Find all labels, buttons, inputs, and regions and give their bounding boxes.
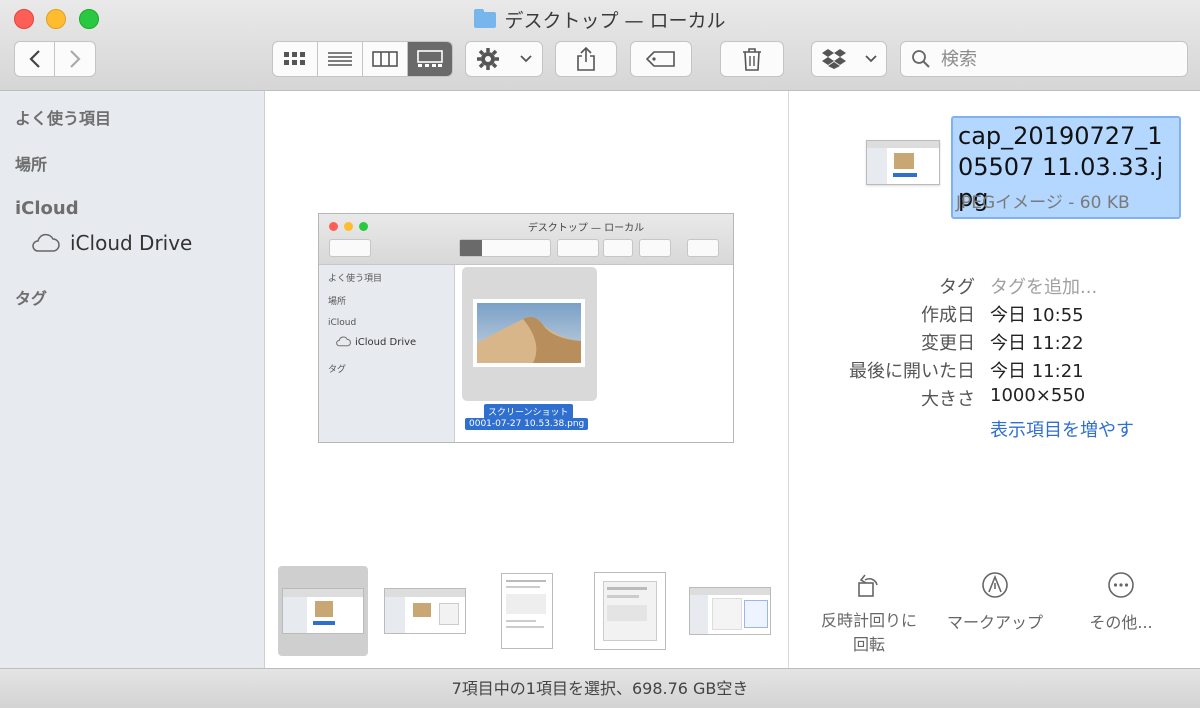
status-bar: 7項目中の1項目を選択、698.76 GB空き [0, 668, 1200, 708]
share-button[interactable] [555, 41, 617, 77]
column-view-button[interactable] [363, 42, 408, 76]
rotate-left-button[interactable]: 反時計回りに回転 [804, 571, 934, 657]
mini-sidebar-locations: 場所 [328, 297, 347, 307]
trash-icon [743, 48, 761, 71]
inspector-panel: cap_20190727_105507 11.03.33.jpg JPEGイメー… [788, 91, 1200, 668]
thumbnail-image [501, 573, 553, 649]
thumbnail-image [689, 587, 771, 635]
thumbnail-image [594, 572, 666, 650]
search-field[interactable] [900, 41, 1188, 77]
mini-selected-file [462, 267, 597, 401]
ellipsis-icon [1108, 572, 1134, 598]
mini-sidebar-tags: タグ [328, 365, 347, 375]
mini-sidebar-icloud-drive: iCloud Drive [355, 337, 417, 348]
meta-key: 変更日 [921, 333, 975, 354]
file-type-size: JPEGイメージ - 60 KB [956, 193, 1130, 213]
tag-button[interactable] [630, 41, 692, 77]
folder-icon [474, 9, 497, 28]
dropbox-icon [822, 49, 846, 69]
action-menu-button[interactable] [465, 41, 543, 77]
gallery-view-button[interactable] [408, 42, 452, 76]
back-button[interactable] [14, 41, 55, 77]
thumbnail-image [282, 588, 364, 634]
tags-input[interactable]: タグを追加... [990, 273, 1097, 299]
gear-icon [477, 48, 499, 70]
gallery-icon [417, 50, 443, 67]
grid-icon [284, 52, 305, 65]
mini-file-label-line2: 0001-07-27 10.53.38.png [465, 418, 589, 430]
search-icon [912, 50, 930, 68]
sidebar-section-locations: 場所 [15, 155, 48, 174]
meta-key: 大きさ [921, 389, 975, 410]
mini-window-title: デスクトップ — ローカル [527, 223, 645, 234]
mini-cloud-icon [336, 336, 351, 347]
mini-sidebar: よく使う項目 場所 iCloud iCloud Drive タグ [319, 265, 455, 442]
thumbnail-image [384, 588, 466, 634]
filmstrip-thumbnail[interactable] [482, 566, 572, 656]
meta-key: タグ [939, 277, 975, 298]
meta-value: 今日 11:21 [990, 361, 1084, 382]
dropbox-button[interactable] [811, 41, 887, 77]
window-title: デスクトップ — ローカル [0, 6, 1200, 33]
show-more-link[interactable]: 表示項目を増やす [990, 416, 1134, 442]
mini-toolbar: デスクトップ — ローカル [319, 214, 733, 265]
filmstrip-thumbnail[interactable] [278, 566, 368, 656]
sidebar-item-icloud-drive[interactable]: iCloud Drive [30, 231, 192, 255]
forward-button[interactable] [54, 41, 96, 77]
sidebar-section-icloud: iCloud [15, 198, 79, 219]
view-mode-control [272, 41, 453, 77]
meta-key: 最後に開いた日 [849, 361, 975, 382]
search-input[interactable] [939, 47, 1173, 71]
mini-tag-button [639, 239, 671, 257]
meta-value: 今日 10:55 [990, 305, 1084, 326]
desert-wallpaper-thumbnail [473, 299, 585, 367]
icon-view-button[interactable] [273, 42, 318, 76]
chevron-down-icon [520, 55, 532, 63]
mini-sidebar-icloud: iCloud [328, 318, 357, 328]
filmstrip-thumbnail[interactable] [380, 566, 470, 656]
mini-sidebar-favorites: よく使う項目 [328, 274, 383, 284]
mini-trash-button [687, 239, 719, 257]
chevron-left-icon [28, 50, 40, 68]
list-icon [328, 52, 352, 66]
sidebar-section-favorites: よく使う項目 [15, 109, 112, 128]
markup-label: マークアップ [946, 613, 1043, 632]
rotate-left-label: 反時計回りに回転 [820, 611, 917, 654]
more-actions-label: その他... [1089, 613, 1153, 632]
window-title-text: デスクトップ — ローカル [504, 10, 726, 32]
mini-action-button [557, 239, 599, 257]
status-text: 7項目中の1項目を選択、698.76 GB空き [451, 679, 749, 698]
sidebar-section-tags: タグ [15, 289, 48, 308]
chevron-right-icon [70, 50, 81, 68]
gallery-preview-image[interactable]: デスクトップ — ローカル よく使う項目 場所 iCloud iCloud Dr… [318, 213, 734, 443]
list-view-button[interactable] [318, 42, 363, 76]
mini-share-button [603, 239, 633, 257]
sidebar-item-label: iCloud Drive [70, 231, 193, 255]
rotate-left-icon [858, 574, 878, 597]
trash-button[interactable] [720, 41, 784, 77]
mini-nav-buttons [329, 239, 371, 257]
meta-value: 今日 11:22 [990, 333, 1084, 354]
share-icon [577, 47, 595, 71]
filmstrip-thumbnail[interactable] [685, 566, 775, 656]
tag-icon [646, 51, 675, 67]
file-thumbnail [866, 140, 940, 185]
markup-icon [982, 572, 1008, 598]
more-actions-button[interactable]: その他... [1056, 571, 1186, 633]
meta-key: 作成日 [921, 305, 975, 326]
filmstrip-thumbnail[interactable] [585, 566, 675, 656]
meta-value: 1000×550 [990, 385, 1086, 406]
cloud-icon [32, 233, 60, 252]
toolbar: デスクトップ — ローカル [0, 0, 1200, 91]
markup-button[interactable]: マークアップ [930, 571, 1060, 633]
gallery-view: デスクトップ — ローカル よく使う項目 場所 iCloud iCloud Dr… [265, 91, 787, 668]
sidebar: よく使う項目 場所 iCloud iCloud Drive タグ [0, 91, 265, 668]
columns-icon [372, 51, 398, 67]
mini-view-control [459, 239, 551, 257]
finder-window: デスクトップ — ローカル 検索 よく使う項目 場所 iCloud iCloud… [0, 0, 1200, 708]
chevron-down-icon [865, 55, 877, 63]
mini-file-label-line1: スクリーンショット [484, 404, 573, 419]
